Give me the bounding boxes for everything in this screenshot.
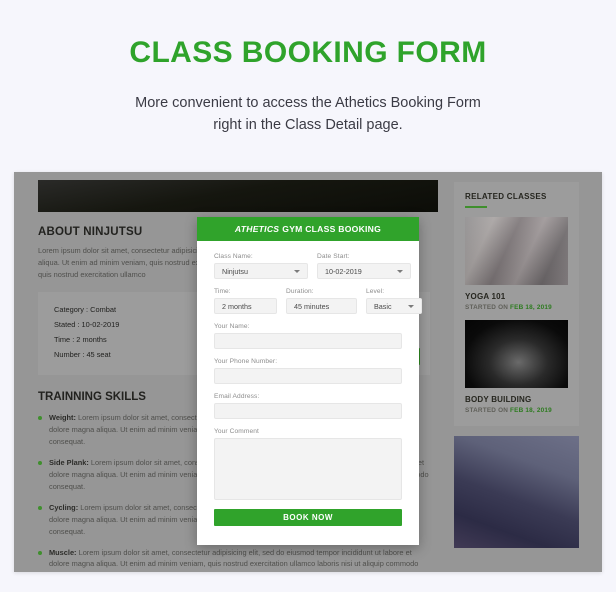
title-underline bbox=[465, 206, 487, 208]
related-class-thumbnail[interactable] bbox=[465, 320, 568, 388]
field-duration: Duration: 45 minutes bbox=[286, 288, 357, 314]
skill-name: Weight: bbox=[49, 412, 76, 422]
bullet-icon bbox=[38, 415, 42, 420]
book-now-button[interactable]: BOOK NOW bbox=[214, 509, 402, 526]
field-label: Your Name: bbox=[214, 323, 250, 330]
class-name-value: Ninjutsu bbox=[222, 266, 248, 276]
field-comment: Your Comment bbox=[214, 428, 402, 500]
class-name-select[interactable]: Ninjutsu bbox=[214, 263, 308, 279]
field-label: Level: bbox=[366, 288, 385, 295]
modal-title-brand: ATHETICS bbox=[234, 224, 280, 234]
time-value: 2 months bbox=[222, 301, 252, 311]
field-time: Time: 2 months bbox=[214, 288, 277, 314]
related-class-meta: STARTED ON FEB 18, 2019 bbox=[465, 304, 568, 311]
date-start-select[interactable]: 10-02-2019 bbox=[317, 263, 411, 279]
promo-header: CLASS BOOKING FORM More convenient to ac… bbox=[0, 0, 616, 137]
related-class-thumbnail[interactable] bbox=[465, 217, 568, 285]
field-level: Level: Basic bbox=[366, 288, 422, 314]
level-select[interactable]: Basic bbox=[366, 298, 422, 314]
bullet-icon bbox=[38, 550, 42, 555]
meta-prefix: STARTED ON bbox=[465, 304, 511, 311]
list-item: Muscle: Lorem ipsum dolor sit amet, cons… bbox=[38, 547, 430, 573]
duration-value: 45 minutes bbox=[294, 301, 330, 311]
level-value: Basic bbox=[374, 301, 392, 311]
field-label: Your Comment bbox=[214, 428, 259, 435]
related-class-meta: STARTED ON FEB 18, 2019 bbox=[465, 407, 568, 414]
field-label: Email Address: bbox=[214, 393, 260, 400]
promo-subtitle-line-1: More convenient to access the Athetics B… bbox=[135, 95, 481, 111]
bullet-icon bbox=[38, 460, 42, 465]
skill-name: Muscle: bbox=[49, 547, 77, 557]
sidebar: RELATED CLASSES YOGA 101 STARTED ON FEB … bbox=[454, 182, 579, 548]
field-label: Duration: bbox=[286, 288, 314, 295]
bullet-icon bbox=[38, 505, 42, 510]
promo-banner-image[interactable] bbox=[454, 436, 579, 548]
promo-subtitle-line-2: right in the Class Detail page. bbox=[213, 117, 403, 134]
email-input[interactable] bbox=[214, 403, 402, 419]
promo-subtitle: More convenient to access the Athetics B… bbox=[0, 92, 616, 137]
related-class-item[interactable]: BODY BUILDING STARTED ON FEB 18, 2019 bbox=[465, 320, 568, 414]
field-email: Email Address: bbox=[214, 393, 402, 419]
modal-title-bar: ATHETICS GYM CLASS BOOKING bbox=[197, 217, 419, 241]
field-label: Class Name: bbox=[214, 253, 253, 260]
modal-body: Class Name: Ninjutsu Date Start: 10-02-2… bbox=[197, 241, 422, 526]
time-input[interactable]: 2 months bbox=[214, 298, 277, 314]
skill-name: Side Plank: bbox=[49, 457, 89, 467]
meta-date: FEB 18, 2019 bbox=[510, 304, 552, 311]
comment-textarea[interactable] bbox=[214, 438, 402, 500]
skill-name: Cycling: bbox=[49, 502, 79, 512]
skill-text: Muscle: Lorem ipsum dolor sit amet, cons… bbox=[49, 547, 430, 573]
related-classes-title: RELATED CLASSES bbox=[465, 192, 547, 201]
field-label: Time: bbox=[214, 288, 231, 295]
your-name-input[interactable] bbox=[214, 333, 402, 349]
meta-prefix: STARTED ON bbox=[465, 407, 511, 414]
skill-desc: Lorem ipsum dolor sit amet, consectetur … bbox=[49, 547, 419, 573]
meta-date: FEB 18, 2019 bbox=[510, 407, 552, 414]
form-row-2: Time: 2 months Duration: 45 minutes Leve… bbox=[214, 288, 422, 323]
class-hero-image bbox=[38, 180, 438, 212]
field-phone: Your Phone Number: bbox=[214, 358, 402, 384]
duration-input[interactable]: 45 minutes bbox=[286, 298, 357, 314]
field-class-name: Class Name: Ninjutsu bbox=[214, 253, 308, 279]
field-date-start: Date Start: 10-02-2019 bbox=[317, 253, 411, 279]
modal-title-text: GYM CLASS BOOKING bbox=[282, 224, 382, 234]
related-class-name[interactable]: YOGA 101 bbox=[465, 292, 568, 301]
field-label: Your Phone Number: bbox=[214, 358, 278, 365]
field-label: Date Start: bbox=[317, 253, 350, 260]
class-booking-modal: ATHETICS GYM CLASS BOOKING Class Name: Ni… bbox=[197, 217, 422, 545]
related-class-item[interactable]: YOGA 101 STARTED ON FEB 18, 2019 bbox=[465, 217, 568, 311]
phone-input[interactable] bbox=[214, 368, 402, 384]
field-your-name: Your Name: bbox=[214, 323, 402, 349]
related-class-name[interactable]: BODY BUILDING bbox=[465, 395, 568, 404]
page-title: CLASS BOOKING FORM bbox=[129, 36, 487, 69]
date-start-value: 10-02-2019 bbox=[325, 266, 362, 276]
form-row-1: Class Name: Ninjutsu Date Start: 10-02-2… bbox=[214, 253, 411, 288]
related-classes-card: RELATED CLASSES YOGA 101 STARTED ON FEB … bbox=[454, 182, 579, 426]
